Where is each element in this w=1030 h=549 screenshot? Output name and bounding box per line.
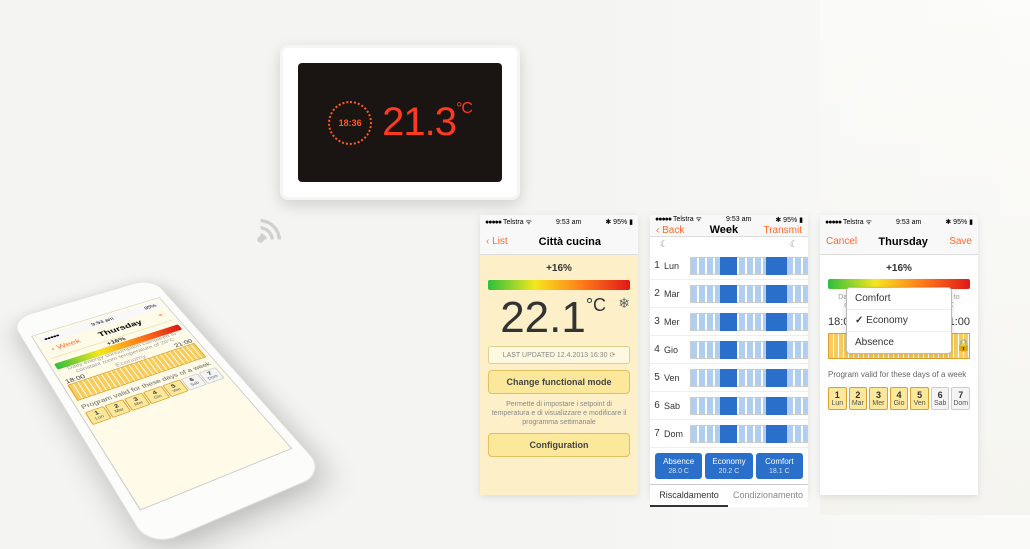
mode-button-comfort[interactable]: Comfort18.1 C [756,453,803,479]
day-row[interactable]: 5 Ven [650,364,808,392]
bottom-tabs: Riscaldamento Condizionamento [650,484,808,507]
mode-button-economy[interactable]: Economy20.2 C [705,453,752,479]
day-chip[interactable]: 1Lun [828,387,847,410]
page-title: Città cucina [539,236,601,248]
program-label: Program valid for these days of a week [828,370,970,379]
dropdown-option[interactable]: Absence [847,332,951,353]
day-schedule-bar[interactable] [690,397,808,415]
description-text: Permette di impostare i setpoint di temp… [488,400,630,427]
day-row[interactable]: 3 Mer [650,308,808,336]
add-button[interactable]: + [156,312,165,319]
energy-pct: +16% [828,263,970,274]
dropdown-option[interactable]: Comfort [847,288,951,310]
snowflake-icon: ❄ [618,296,630,310]
current-temp: 22.1°C ❄ [488,296,630,340]
app-screen-home: ●●●●● Telstra ᯤ 9:53 am ✱ 95% ▮ ‹ List C… [480,215,638,495]
day-chip[interactable]: 2Mar [849,387,868,410]
last-updated[interactable]: LAST UPDATED 12.4.2013 16:30 ⟳ [488,346,630,364]
wifi-icon [250,210,290,250]
change-mode-button[interactable]: Change functional mode [488,370,630,394]
list-button[interactable]: ‹ List [486,236,508,247]
status-bar: ●●●●● Telstra ᯤ 9:53 am ✱ 95% ▮ [820,215,978,229]
thermostat-temp: 21.3°C [382,100,472,145]
mode-bar: Absence28.0 CEconomy20.2 CComfort18.1 C [650,448,808,484]
app-screen-week: ●●●●● Telstra ᯤ 9:53 am ✱ 95% ▮ ‹ Back W… [650,215,808,495]
page-title: Thursday [878,236,928,248]
day-schedule-bar[interactable] [690,285,808,303]
lock-icon: 🔒 [956,338,971,352]
nav-bar: ‹ Back Week Transmit [650,224,808,237]
day-row[interactable]: 2 Mar [650,280,808,308]
iphone-perspective: ●●●●●9:53 am95% ‹ Week Thursday + +16% D… [10,258,387,522]
mode-dropdown[interactable]: ComfortEconomyAbsence [846,287,952,354]
back-button[interactable]: ‹ Back [656,225,684,236]
dropdown-option[interactable]: Economy [847,310,951,332]
mode-button-absence[interactable]: Absence28.0 C [655,453,702,479]
day-row[interactable]: 4 Gio [650,336,808,364]
app-screen-day: ●●●●● Telstra ᯤ 9:53 am ✱ 95% ▮ Cancel T… [820,215,978,495]
day-chip[interactable]: 6Sab [931,387,950,410]
status-bar: ●●●●● Telstra ᯤ 9:53 am ✱ 95% ▮ [650,215,808,224]
day-chips: 1Lun2Mar3Mer4Gio5Ven6Sab7Dom [828,387,970,410]
status-bar: ●●●●● Telstra ᯤ 9:53 am ✱ 95% ▮ [480,215,638,229]
day-chip[interactable]: 4Gio [890,387,909,410]
day-chip[interactable]: 5Ven [910,387,929,410]
day-schedule-bar[interactable] [690,257,808,275]
configuration-button[interactable]: Configuration [488,433,630,457]
thermostat-time: 18:36 [339,118,362,128]
transmit-button[interactable]: Transmit [763,225,802,236]
day-row[interactable]: 7 Dom [650,420,808,448]
tab-cooling[interactable]: Condizionamento [728,485,808,507]
nav-bar: ‹ List Città cucina [480,229,638,255]
day-chip[interactable]: 3Mer [869,387,888,410]
tab-heating[interactable]: Riscaldamento [650,485,728,507]
thermostat-dial: 18:36 [328,101,372,145]
day-schedule-bar[interactable] [690,425,808,443]
nav-bar: Cancel Thursday Save [820,229,978,255]
energy-gradient [488,280,630,290]
day-row[interactable]: 1 Lun [650,252,808,280]
day-schedule-bar[interactable] [690,369,808,387]
moon-icon: ☾ [790,239,798,250]
page-title: Week [710,224,739,236]
day-schedule-bar[interactable] [690,341,808,359]
moon-icon: ☾ [660,239,668,250]
thermostat-screen: 18:36 21.3°C [298,63,502,182]
day-schedule-bar[interactable] [690,313,808,331]
day-row[interactable]: 6 Sab [650,392,808,420]
day-chip[interactable]: 7Dom [951,387,970,410]
legend-icons: ☾☾ [650,237,808,252]
wall-thermostat: 18:36 21.3°C [280,45,520,200]
save-button[interactable]: Save [949,236,972,247]
cancel-button[interactable]: Cancel [826,236,857,247]
energy-pct: +16% [488,263,630,274]
